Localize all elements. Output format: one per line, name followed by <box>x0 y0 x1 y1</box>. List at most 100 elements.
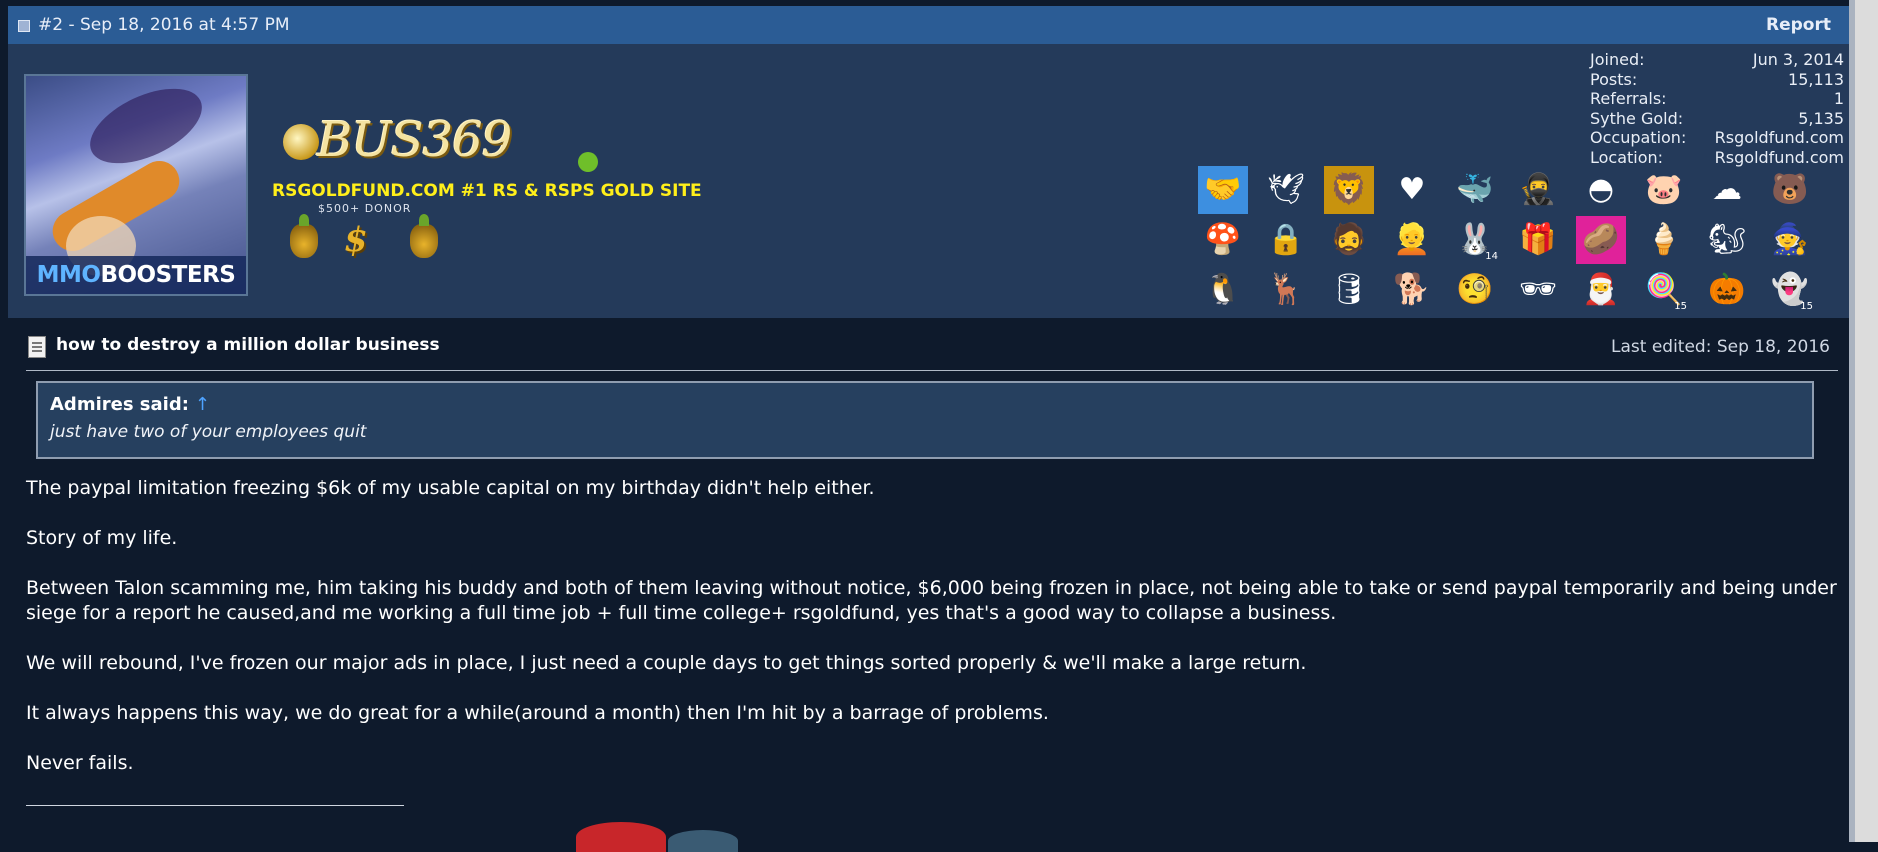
document-icon <box>28 336 46 358</box>
post-paragraph: Never fails. <box>26 752 134 774</box>
report-link[interactable]: Report <box>1766 15 1831 35</box>
lion-icon[interactable]: 🦁 <box>1324 166 1374 214</box>
badge-glyph: 🍦 <box>1645 222 1683 257</box>
mushroom-icon[interactable]: 🍄 <box>1198 216 1248 264</box>
potato-icon[interactable]: 🥔 <box>1576 216 1626 264</box>
gnome-icon[interactable]: 🧙 <box>1765 216 1815 264</box>
stat-value: Rsgoldfund.com <box>1714 128 1844 147</box>
squirrel-icon[interactable]: 🐿 <box>1702 216 1752 264</box>
avatar-banner-a: MMO <box>36 262 101 288</box>
candy-cane-icon[interactable]: 🍭 15 <box>1639 266 1689 314</box>
badge-glyph: 🐷 <box>1645 172 1683 207</box>
heart-n4n0-icon[interactable]: ♥ <box>1387 166 1437 214</box>
badge-glyph: 🥔 <box>1582 222 1620 257</box>
last-edited: Last edited: Sep 18, 2016 <box>1611 337 1830 357</box>
ghost-icon[interactable]: 👻 15 <box>1765 266 1815 314</box>
badge-glyph: 🥷 <box>1519 172 1557 207</box>
quote-block: Admires said: ↑ just have two of your emp… <box>36 381 1814 459</box>
badge-glyph: 🐕 <box>1393 272 1431 307</box>
monocle-face-icon[interactable]: 🧐 <box>1450 266 1500 314</box>
badge-glyph: 🤝 <box>1204 172 1242 207</box>
online-status-icon <box>578 152 598 172</box>
ninja-icon[interactable]: 🥷 <box>1513 166 1563 214</box>
badge-glyph: 🐧 <box>1204 272 1242 307</box>
gold-symbol-icon: $ <box>344 220 368 260</box>
avatar-art-shape <box>78 76 214 179</box>
avatar[interactable]: MMOBOOSTERS <box>24 74 248 296</box>
badge-glyph: 🦁 <box>1330 172 1368 207</box>
gold-coin-icon <box>283 124 319 160</box>
quote-author: Admires said: ↑ <box>50 394 210 415</box>
badge-glyph: 🎅 <box>1582 272 1620 307</box>
badge-glyph: ♥ <box>1398 172 1426 207</box>
badge-glyph: ◓ <box>1587 172 1615 207</box>
post-icon <box>18 20 30 32</box>
gift-icon[interactable]: 🎁 <box>1513 216 1563 264</box>
doge-icon[interactable]: 🐕 <box>1387 266 1437 314</box>
post-title: how to destroy a million dollar business <box>56 335 440 355</box>
badge-glyph: 🛢 <box>1329 272 1369 307</box>
badge-glyph: 🔒 <box>1267 222 1305 257</box>
badge-glyph: 🕶 <box>1518 272 1558 307</box>
pineapple-icon <box>410 214 438 258</box>
lumpy-space-icon[interactable]: ☁ <box>1702 166 1752 214</box>
rank-icons: $ <box>288 214 448 260</box>
stat-row: Location: Rsgoldfund.com <box>1590 148 1844 168</box>
comic-guy-icon[interactable]: 🧔 <box>1324 216 1374 264</box>
stat-label: Posts: <box>1590 69 1638 89</box>
badge-glyph: 🐻 <box>1771 172 1809 207</box>
gutter-strip <box>1849 0 1855 842</box>
pineapple-icon <box>290 214 318 258</box>
stat-label: Referrals: <box>1590 89 1667 108</box>
badge-glyph: ☁ <box>1712 172 1742 207</box>
post-body: The paypal limitation freezing $6k of my… <box>26 476 1838 801</box>
badge-glyph: 🍄 <box>1204 222 1242 257</box>
stat-value: 5,135 <box>1798 108 1844 128</box>
stat-label: Sythe Gold: <box>1590 108 1684 128</box>
heisenberg-icon[interactable]: 🕶 <box>1513 266 1563 314</box>
stat-value: 15,113 <box>1788 69 1844 89</box>
post-paragraph: It always happens this way, we do great … <box>26 702 1049 724</box>
badge-glyph: 🧐 <box>1456 272 1494 307</box>
whale-icon[interactable]: 🐳 <box>1450 166 1500 214</box>
handshake-icon[interactable]: 🤝 <box>1198 166 1248 214</box>
divider <box>26 370 1838 371</box>
window-gutter <box>1849 0 1878 842</box>
badge-glyph: 🎁 <box>1519 222 1557 257</box>
post-paragraph: Between Talon scamming me, him taking hi… <box>26 577 1837 624</box>
badge-glyph: 🐳 <box>1456 172 1494 207</box>
reindeer-icon[interactable]: 🦌 <box>1261 266 1311 314</box>
blonde-face-icon[interactable]: 👱 <box>1387 216 1437 264</box>
username-logo-text: BUS369 <box>317 112 512 168</box>
user-title: RSGOLDFUND.COM #1 RS & RSPS GOLD SITE <box>272 181 702 201</box>
badge-glyph: 🧙 <box>1771 222 1809 257</box>
rainbow-bear-icon[interactable]: 🐻 <box>1765 166 1815 214</box>
stat-label: Joined: <box>1590 50 1645 69</box>
user-info-panel: MMOBOOSTERS BUS369 RSGOLDFUND.COM #1 RS … <box>8 44 1849 318</box>
santa-icon[interactable]: 🎅 <box>1576 266 1626 314</box>
quote-text: just have two of your employees quit <box>50 422 367 442</box>
stat-row: Posts: 15,113 <box>1590 70 1844 90</box>
padlock-icon[interactable]: 🔒 <box>1261 216 1311 264</box>
quote-author-name: Admires said: <box>50 394 189 415</box>
bunny-icon[interactable]: 🐰 14 <box>1450 216 1500 264</box>
jump-to-quote-icon[interactable]: ↑ <box>195 394 210 415</box>
badge-glyph: 🐿 <box>1707 222 1747 257</box>
badge-count: 15 <box>1800 301 1813 312</box>
pumpkin-icon[interactable]: 🎃 <box>1702 266 1752 314</box>
ice-cream-icon[interactable]: 🍦 <box>1639 216 1689 264</box>
avatar-banner: MMOBOOSTERS <box>26 256 246 294</box>
stat-row: Joined: Jun 3, 2014 <box>1590 50 1844 70</box>
bird-icon[interactable]: 🕊 <box>1261 166 1311 214</box>
post-permalink[interactable]: #2 - Sep 18, 2016 at 4:57 PM <box>38 15 290 35</box>
username-logo[interactable]: BUS369 <box>283 110 543 174</box>
stat-row: Occupation: Rsgoldfund.com <box>1590 128 1844 148</box>
barrel-icon[interactable]: 🛢 <box>1324 266 1374 314</box>
post-header-bar: #2 - Sep 18, 2016 at 4:57 PM Report <box>8 6 1849 45</box>
pokeball-icon[interactable]: ◓ <box>1576 166 1626 214</box>
penguin-icon[interactable]: 🐧 <box>1198 266 1248 314</box>
post-paragraph: The paypal limitation freezing $6k of my… <box>26 477 875 499</box>
pig-icon[interactable]: 🐷 <box>1639 166 1689 214</box>
badge-glyph: 🧔 <box>1330 222 1368 257</box>
badge-count: 15 <box>1674 301 1687 312</box>
